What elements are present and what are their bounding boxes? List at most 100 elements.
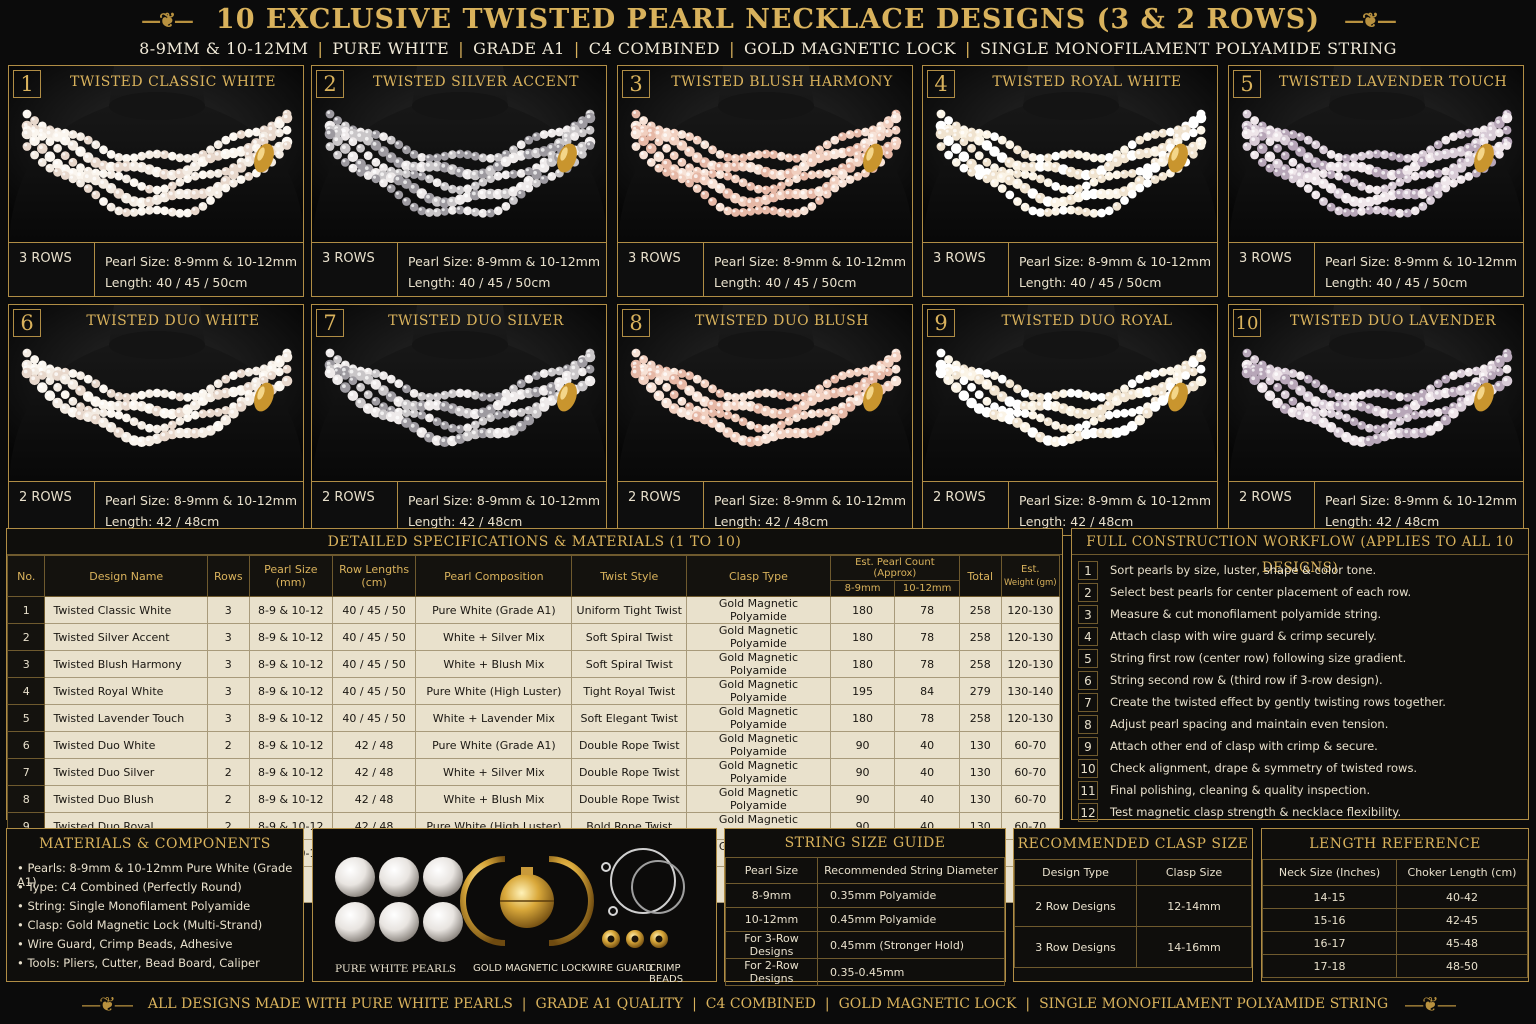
workflow-step-number: 10: [1078, 758, 1098, 778]
bullet-icon: •: [17, 918, 28, 932]
table-cell: Gold Magnetic Polyamide: [686, 704, 831, 732]
table-cell: 90: [829, 758, 896, 786]
length-col-neck: Neck Size (Inches): [1262, 859, 1397, 886]
separator: |: [729, 39, 735, 58]
string-guide-title: STRING SIZE GUIDE: [784, 835, 946, 851]
list-item: • Tools: Pliers, Cutter, Bead Board, Cal…: [17, 956, 303, 975]
list-item-text: String: Single Monofilament Polyamide: [27, 899, 251, 913]
materials-list: • Pearls: 8-9mm & 10-12mm Pure White (Gr…: [7, 859, 303, 975]
table-cell: 48-50: [1396, 954, 1528, 978]
necklace-photo: [1229, 66, 1523, 242]
length: Length: 40 / 45 / 50cm: [408, 275, 551, 290]
workflow-step-number: 5: [1078, 648, 1098, 668]
design-card[interactable]: 2 TWISTED SILVER ACCENT 3 ROWS Pearl Size: …: [311, 65, 607, 297]
table-cell: 8-9 & 10-12: [248, 677, 333, 705]
table-row: 2 Twisted Silver Accent 3 8-9 & 10-12 40 / 4…: [6, 623, 1061, 651]
table-cell: 8-9 & 10-12: [248, 650, 333, 678]
workflow-step-number: 12: [1078, 802, 1098, 822]
table-cell: White + Silver Mix: [415, 623, 573, 651]
table-cell: 40: [894, 731, 960, 759]
length: Length: 40 / 45 / 50cm: [1325, 275, 1468, 290]
table-cell: 8: [6, 785, 46, 813]
clasp-col-size: Clasp Size: [1136, 859, 1252, 886]
design-card[interactable]: 9 TWISTED DUO ROYAL 2 ROWS Pearl Size: 8-9m…: [922, 304, 1218, 536]
table-cell: 120-130: [1000, 596, 1061, 624]
design-card[interactable]: 7 TWISTED DUO SILVER 2 ROWS Pearl Size: 8-9…: [311, 304, 607, 536]
table-cell: 130-140: [1000, 677, 1061, 705]
table-cell: Twisted Duo Blush: [44, 785, 208, 813]
necklace-photo: [618, 305, 912, 481]
col-pearl-count: Est. Pearl Count (Approx): [829, 555, 960, 581]
clasp-size-panel: RECOMMENDED CLASP SIZE Design Type Clasp…: [1013, 828, 1253, 982]
gold-magnetic-lock-label: GOLD MAGNETIC LOCK: [473, 963, 588, 974]
pure-white-pearls-label: PURE WHITE PEARLS: [335, 963, 457, 975]
table-cell: 78: [894, 704, 960, 732]
table-row: 6 Twisted Duo White 2 8-9 & 10-12 42 / 48 Pur…: [6, 731, 1061, 759]
necklace-photo: [9, 305, 303, 481]
design-card[interactable]: 8 TWISTED DUO BLUSH 2 ROWS Pearl Size: 8-9m…: [617, 304, 913, 536]
table-cell: Twisted Classic White: [44, 596, 208, 624]
pearl-size: Pearl Size: 8-9mm & 10-12mm: [1325, 254, 1518, 269]
design-card[interactable]: 5 TWISTED LAVENDER TOUCH 3 ROWS Pearl Size:…: [1228, 65, 1524, 297]
table-cell: 2: [6, 623, 46, 651]
table-cell: 258: [958, 596, 1002, 624]
footer-flourish-left-icon: —❦—: [81, 992, 134, 1016]
design-name: TWISTED BLUSH HARMONY: [671, 74, 893, 90]
necklace-photo: [312, 305, 606, 481]
table-cell: 8-9 & 10-12: [248, 623, 333, 651]
table-cell: Pure White (Grade A1): [415, 596, 573, 624]
design-number: 9: [927, 309, 955, 337]
table-cell: 84: [894, 677, 960, 705]
design-rows: 3 ROWS: [9, 243, 95, 296]
col-weight: Est. Weight (gm): [1000, 555, 1061, 597]
table-cell: Twisted Silver Accent: [44, 623, 208, 651]
workflow-step: 2 Select best pearls for center placement…: [1078, 581, 1528, 603]
design-card[interactable]: 6 TWISTED DUO WHITE 2 ROWS Pearl Size: 8-9m…: [8, 304, 304, 536]
table-cell: 6: [6, 731, 46, 759]
design-card[interactable]: 1 TWISTED CLASSIC WHITE 3 ROWS Pearl Size: …: [8, 65, 304, 297]
table-cell: Gold Magnetic Polyamide: [686, 623, 831, 651]
footer-text: ALL DESIGNS MADE WITH PURE WHITE PEARLS |…: [148, 996, 1388, 1012]
table-cell: 2: [206, 785, 250, 813]
design-spec: Pearl Size: 8-9mm & 10-12mm Length: 40 / …: [95, 243, 297, 296]
table-cell: 0.45mm Polyamide: [817, 907, 1005, 932]
subtitle-part-5: SINGLE MONOFILAMENT POLYAMIDE STRING: [979, 39, 1397, 58]
length: Length: 40 / 45 / 50cm: [1019, 275, 1162, 290]
table-cell: 78: [894, 596, 960, 624]
design-card[interactable]: 10 TWISTED DUO LAVENDER 2 ROWS Pearl Size: …: [1228, 304, 1524, 536]
design-card[interactable]: 4 TWISTED ROYAL WHITE 3 ROWS Pearl Size: 8-…: [922, 65, 1218, 297]
subtitle: 8-9MM & 10-12MM | PURE WHITE | GRADE A1 | C4 C…: [0, 39, 1536, 58]
list-item-text: Wire Guard, Crimp Beads, Adhesive: [27, 937, 233, 951]
col-no: No.: [6, 555, 46, 597]
workflow-steps: 1 Sort pearls by size, luster, shape & co…: [1072, 555, 1528, 823]
design-number: 6: [13, 309, 41, 337]
table-cell: 16-17: [1262, 931, 1397, 955]
workflow-step-number: 8: [1078, 714, 1098, 734]
table-cell: Gold Magnetic Polyamide: [686, 596, 831, 624]
table-cell: Gold Magnetic Polyamide: [686, 677, 831, 705]
wire-guard-icon: [601, 848, 685, 916]
col-composition: Pearl Composition: [415, 555, 573, 597]
table-cell: 180: [829, 704, 896, 732]
table-row: 15-16 42-45: [1262, 908, 1528, 932]
workflow-step-text: Attach clasp with wire guard & crimp sec…: [1110, 629, 1377, 643]
table-cell: 120-130: [1000, 623, 1061, 651]
design-card[interactable]: 3 TWISTED BLUSH HARMONY 3 ROWS Pearl Size: …: [617, 65, 913, 297]
list-item: • Type: C4 Combined (Perfectly Round): [17, 880, 303, 899]
table-cell: 12-14mm: [1136, 885, 1252, 927]
workflow-step: 11 Final polishing, cleaning & quality in…: [1078, 779, 1528, 801]
table-row: 8 Twisted Duo Blush 2 8-9 & 10-12 42 / 48 Whi…: [6, 785, 1061, 813]
design-info: 3 ROWS Pearl Size: 8-9mm & 10-12mm Length:…: [312, 242, 606, 296]
necklace-photo: [923, 66, 1217, 242]
subtitle-part-1: PURE WHITE: [332, 39, 450, 58]
crimp-beads-label: CRIMP BEADS: [649, 963, 684, 985]
table-cell: 3 Row Designs: [1014, 926, 1137, 968]
table-cell: 8-9 & 10-12: [248, 596, 333, 624]
string-guide-table: Pearl Size Recommended String Diameter 8…: [725, 857, 1005, 986]
design-number: 7: [316, 309, 344, 337]
table-cell: 42 / 48: [331, 758, 417, 786]
specifications-title: DETAILED SPECIFICATIONS & MATERIALS (1 T…: [7, 529, 1062, 555]
table-row: 14-15 40-42: [1262, 885, 1528, 909]
design-rows: 3 ROWS: [312, 243, 398, 296]
components-panel: PURE WHITE PEARLS GOLD MAGNETIC LOCK WIR…: [312, 828, 717, 985]
